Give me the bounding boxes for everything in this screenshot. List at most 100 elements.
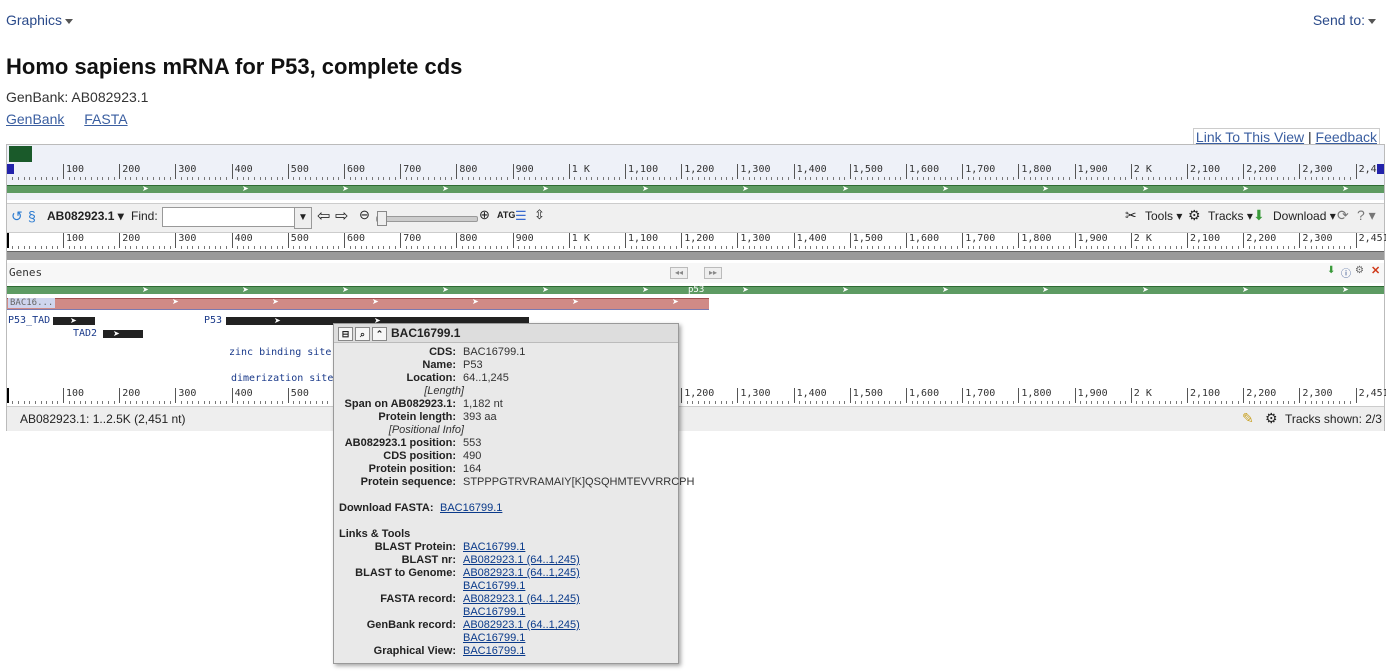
ruler-minor-tick — [360, 177, 362, 180]
strand-arrow-icon: ➤ — [842, 184, 849, 193]
ruler-minor-tick — [394, 177, 396, 180]
popup-row: Span on AB082923.1: 1,182 nt — [334, 398, 674, 411]
ruler-minor-tick — [748, 246, 750, 249]
sequence-zoom-icon[interactable]: ATG — [497, 210, 515, 220]
ruler-minor-tick — [518, 177, 520, 180]
fasta-link[interactable]: FASTA — [84, 111, 127, 127]
scroll-right-icon[interactable] — [1377, 164, 1384, 174]
ruler-minor-tick — [1035, 177, 1037, 180]
popup-link[interactable]: BAC16799.1 — [463, 606, 525, 618]
ruler-minor-tick — [821, 246, 823, 249]
ruler-minor-tick — [984, 246, 986, 249]
graphics-menu[interactable]: Graphics — [6, 12, 74, 28]
collapse-icon[interactable]: ⌃ — [372, 327, 387, 341]
feature-bar-tad2[interactable]: ➤ — [103, 330, 143, 338]
genbank-link[interactable]: GenBank — [6, 111, 64, 127]
fit-view-icon[interactable]: ⇳ — [534, 207, 545, 223]
strand-arrow-icon: ➤ — [642, 184, 649, 193]
find-input[interactable] — [162, 207, 298, 227]
tools-menu[interactable]: Tools ▾ — [1145, 209, 1182, 223]
ruler-minor-tick — [647, 246, 649, 249]
sequence-viewer: 100 200 300 400 500 600 700 800 900 1 K 1,100 1,200… — [6, 144, 1386, 431]
popup-link[interactable]: BAC16799.1 — [463, 645, 525, 657]
ruler-minor-tick — [102, 177, 104, 180]
ruler-minor-tick — [1215, 246, 1217, 249]
popup-header: ⊟ ⌕ ⌃ BAC16799.1 — [334, 324, 678, 343]
ruler-minor-tick — [1063, 246, 1065, 249]
popup-link[interactable]: AB082923.1 (64..1,245) — [463, 619, 580, 631]
zoom-search-icon[interactable]: ⌕ — [355, 327, 370, 341]
ruler-minor-tick — [473, 177, 475, 180]
tracks-menu[interactable]: Tracks ▾ — [1208, 209, 1253, 223]
refresh-icon[interactable]: ⟳ — [1337, 207, 1349, 224]
ruler-minor-tick — [523, 177, 525, 180]
zoom-slider-handle[interactable] — [377, 211, 387, 226]
ruler-minor-tick — [804, 401, 806, 404]
popup-row-label: Name: — [422, 359, 456, 371]
scroll-left-icon[interactable] — [7, 164, 14, 174]
feature-bar-p53-tad[interactable]: ➤ — [53, 317, 95, 325]
ruler-minor-tick — [1265, 401, 1267, 404]
download-fasta-link[interactable]: BAC16799.1 — [440, 502, 502, 515]
zoom-in-icon[interactable]: ⊕ — [479, 207, 490, 223]
link-to-view-link[interactable]: Link To This View — [1196, 129, 1304, 145]
strand-arrow-icon: ➤ — [572, 297, 579, 306]
popup-link[interactable]: AB082923.1 (64..1,245) — [463, 567, 580, 579]
ruler-minor-tick — [12, 177, 14, 180]
popup-link[interactable]: BAC16799.1 — [463, 580, 525, 592]
ruler-minor-tick — [827, 246, 829, 249]
ruler-minor-tick — [225, 246, 227, 249]
send-to-menu[interactable]: Send to: — [1313, 12, 1376, 28]
find-label: Find: — [131, 209, 158, 223]
overview-viewport-marker[interactable] — [9, 146, 32, 162]
track-download-icon[interactable]: ⬇ — [1327, 265, 1335, 276]
zoom-out-icon[interactable]: ⊖ — [359, 207, 370, 223]
tracks-gear-icon[interactable]: ⚙ — [1265, 410, 1278, 427]
ruler-minor-tick — [1113, 246, 1115, 249]
ruler-minor-tick — [1007, 246, 1009, 249]
download-fasta-label: Download FASTA: — [339, 502, 434, 514]
find-dropdown-icon[interactable]: ▼ — [294, 207, 312, 229]
ruler-minor-tick — [1085, 177, 1087, 180]
sequence-bar — [7, 251, 1384, 260]
ruler-minor-tick — [872, 177, 874, 180]
ruler-minor-tick — [23, 177, 25, 180]
track-settings-icon[interactable]: ⚙ — [1355, 265, 1364, 276]
popup-link[interactable]: BAC16799.1 — [463, 541, 525, 553]
feedback-link[interactable]: Feedback — [1316, 129, 1377, 145]
strand-arrow-icon: ➤ — [842, 285, 849, 294]
ruler-minor-tick — [787, 177, 789, 180]
track-next-icon[interactable]: ▸▸ — [704, 267, 722, 279]
popup-link[interactable]: AB082923.1 (64..1,245) — [463, 593, 580, 605]
ruler-minor-tick — [12, 246, 14, 249]
ruler-minor-tick — [74, 246, 76, 249]
ruler-minor-tick — [332, 177, 334, 180]
ruler-minor-tick — [506, 177, 508, 180]
ruler-minor-tick — [327, 401, 329, 404]
ruler-minor-tick — [782, 401, 784, 404]
tracks-config-icon[interactable]: ☰ — [515, 208, 527, 224]
ruler-minor-tick — [1170, 246, 1172, 249]
edit-icon[interactable]: ✎ — [1242, 410, 1254, 427]
back-icon[interactable]: ↺ — [11, 208, 23, 225]
info-icon[interactable]: ⓘ — [1341, 265, 1351, 280]
close-icon[interactable]: ✕ — [1371, 264, 1380, 277]
popup-link[interactable]: BAC16799.1 — [463, 632, 525, 644]
mrna-bar[interactable]: ➤ ➤ ➤ ➤ ➤ ➤ — [7, 298, 709, 310]
ruler-minor-tick — [911, 246, 913, 249]
ruler-minor-tick — [1046, 246, 1048, 249]
ruler-minor-tick — [979, 177, 981, 180]
ruler-minor-tick — [1198, 246, 1200, 249]
track-prev-icon[interactable]: ◂◂ — [670, 267, 688, 279]
help-icon[interactable]: ? ▾ — [1357, 207, 1376, 224]
pin-icon[interactable]: ⊟ — [338, 327, 353, 341]
pan-right-icon[interactable]: ⇨ — [335, 206, 348, 226]
overview-panel[interactable]: 100 200 300 400 500 600 700 800 900 1 K 1,100 1,200… — [7, 145, 1384, 200]
ruler-minor-tick — [686, 401, 688, 404]
download-menu[interactable]: Download ▾ — [1273, 209, 1336, 223]
sequence-selector[interactable]: AB082923.1 ▾ — [47, 209, 124, 223]
popup-link[interactable]: AB082923.1 (64..1,245) — [463, 554, 580, 566]
zoom-slider[interactable] — [376, 216, 478, 222]
pan-left-icon[interactable]: ⇦ — [317, 206, 330, 226]
ruler-minor-tick — [1102, 401, 1104, 404]
